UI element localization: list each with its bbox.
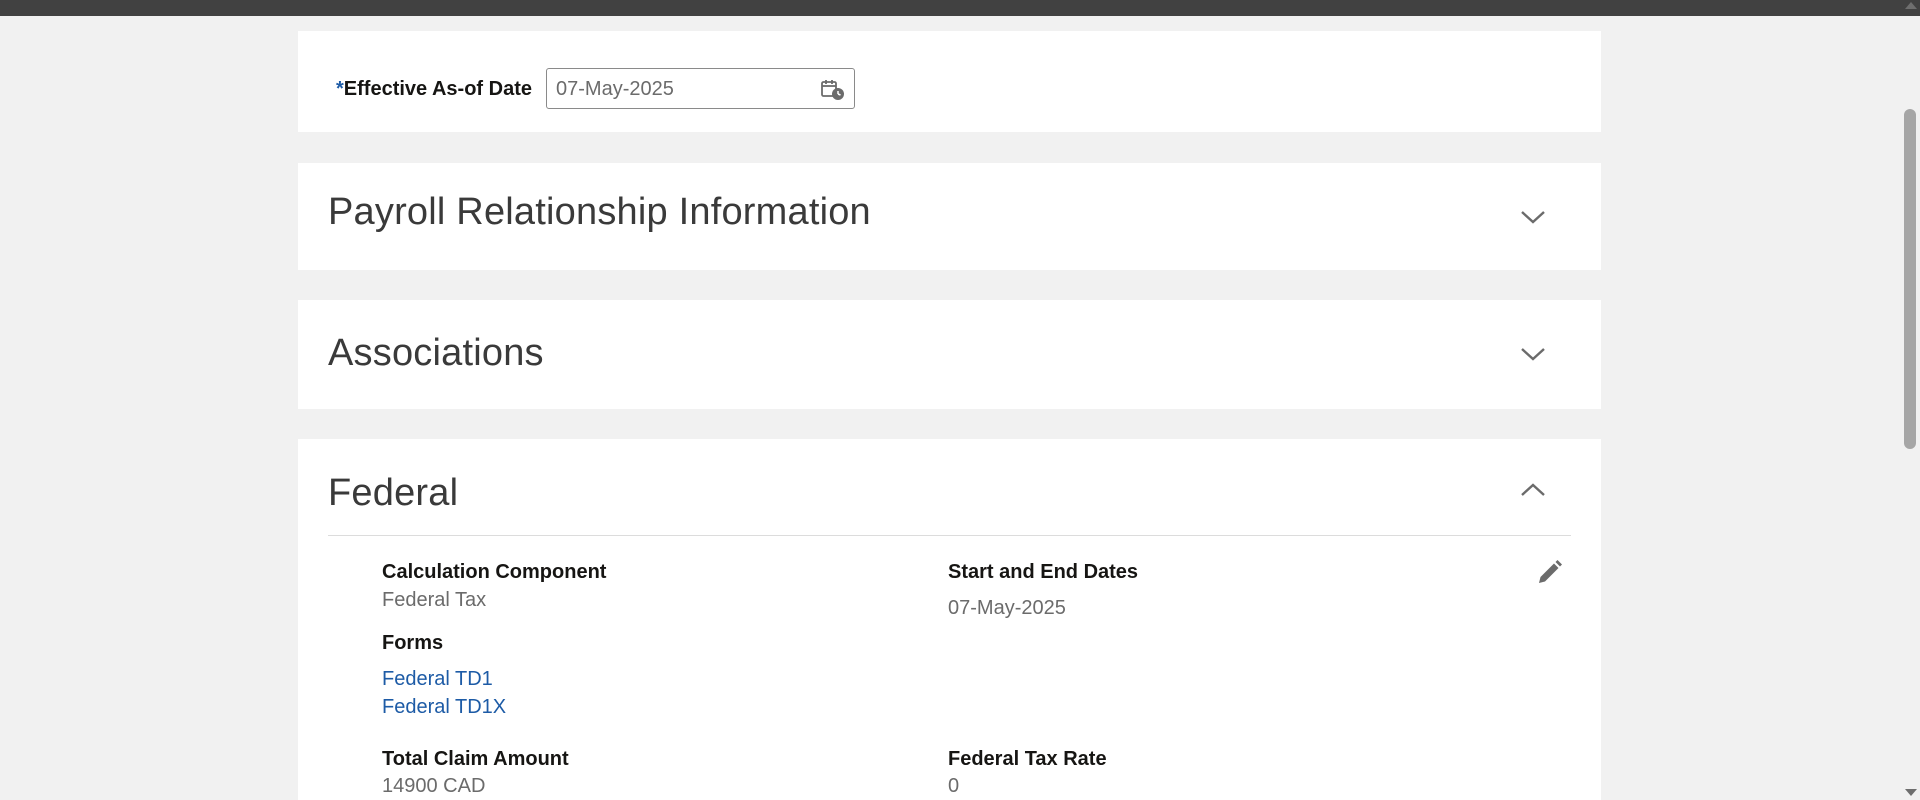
pencil-icon[interactable] bbox=[1535, 559, 1563, 587]
scroll-down-arrow-icon[interactable] bbox=[1905, 789, 1917, 796]
scrollbar-thumb[interactable] bbox=[1904, 109, 1916, 449]
forms-label: Forms bbox=[382, 632, 444, 654]
effective-date-field[interactable] bbox=[546, 68, 855, 109]
start-end-dates-value: 07-May-2025 bbox=[948, 597, 1066, 619]
chevron-up-icon[interactable] bbox=[1519, 481, 1547, 499]
federal-title[interactable]: Federal bbox=[328, 472, 458, 515]
browser-top-bar bbox=[0, 0, 1920, 16]
federal-tax-rate-value: 0 bbox=[948, 775, 960, 797]
form-link-federal-td1x[interactable]: Federal TD1X bbox=[382, 696, 506, 719]
payroll-relationship-title[interactable]: Payroll Relationship Information bbox=[328, 191, 871, 234]
federal-section: Federal Calculation Component Federal Ta… bbox=[298, 439, 1601, 800]
start-end-dates-label: Start and End Dates bbox=[948, 561, 1139, 583]
payroll-relationship-section[interactable]: Payroll Relationship Information bbox=[298, 163, 1601, 270]
required-marker: * bbox=[336, 78, 344, 100]
associations-title[interactable]: Associations bbox=[328, 332, 544, 375]
federal-divider bbox=[328, 535, 1571, 536]
calculation-component-label: Calculation Component bbox=[382, 561, 607, 583]
page-scrollbar[interactable] bbox=[1900, 2, 1920, 800]
effective-date-label-text: Effective As-of Date bbox=[343, 78, 532, 100]
chevron-down-icon[interactable] bbox=[1519, 208, 1547, 226]
effective-date-input[interactable] bbox=[556, 78, 806, 100]
effective-date-label: *Effective As-of Date bbox=[336, 78, 532, 101]
calculation-component-value: Federal Tax bbox=[382, 589, 487, 611]
effective-date-panel: *Effective As-of Date bbox=[298, 31, 1601, 132]
chevron-down-icon[interactable] bbox=[1519, 345, 1547, 363]
associations-section[interactable]: Associations bbox=[298, 300, 1601, 409]
total-claim-amount-label: Total Claim Amount bbox=[382, 748, 569, 770]
total-claim-amount-value: 14900 CAD bbox=[382, 775, 486, 797]
calendar-clock-icon[interactable] bbox=[820, 78, 846, 102]
scroll-up-arrow-icon[interactable] bbox=[1905, 2, 1917, 9]
federal-tax-rate-label: Federal Tax Rate bbox=[948, 748, 1107, 770]
form-link-federal-td1[interactable]: Federal TD1 bbox=[382, 668, 493, 691]
